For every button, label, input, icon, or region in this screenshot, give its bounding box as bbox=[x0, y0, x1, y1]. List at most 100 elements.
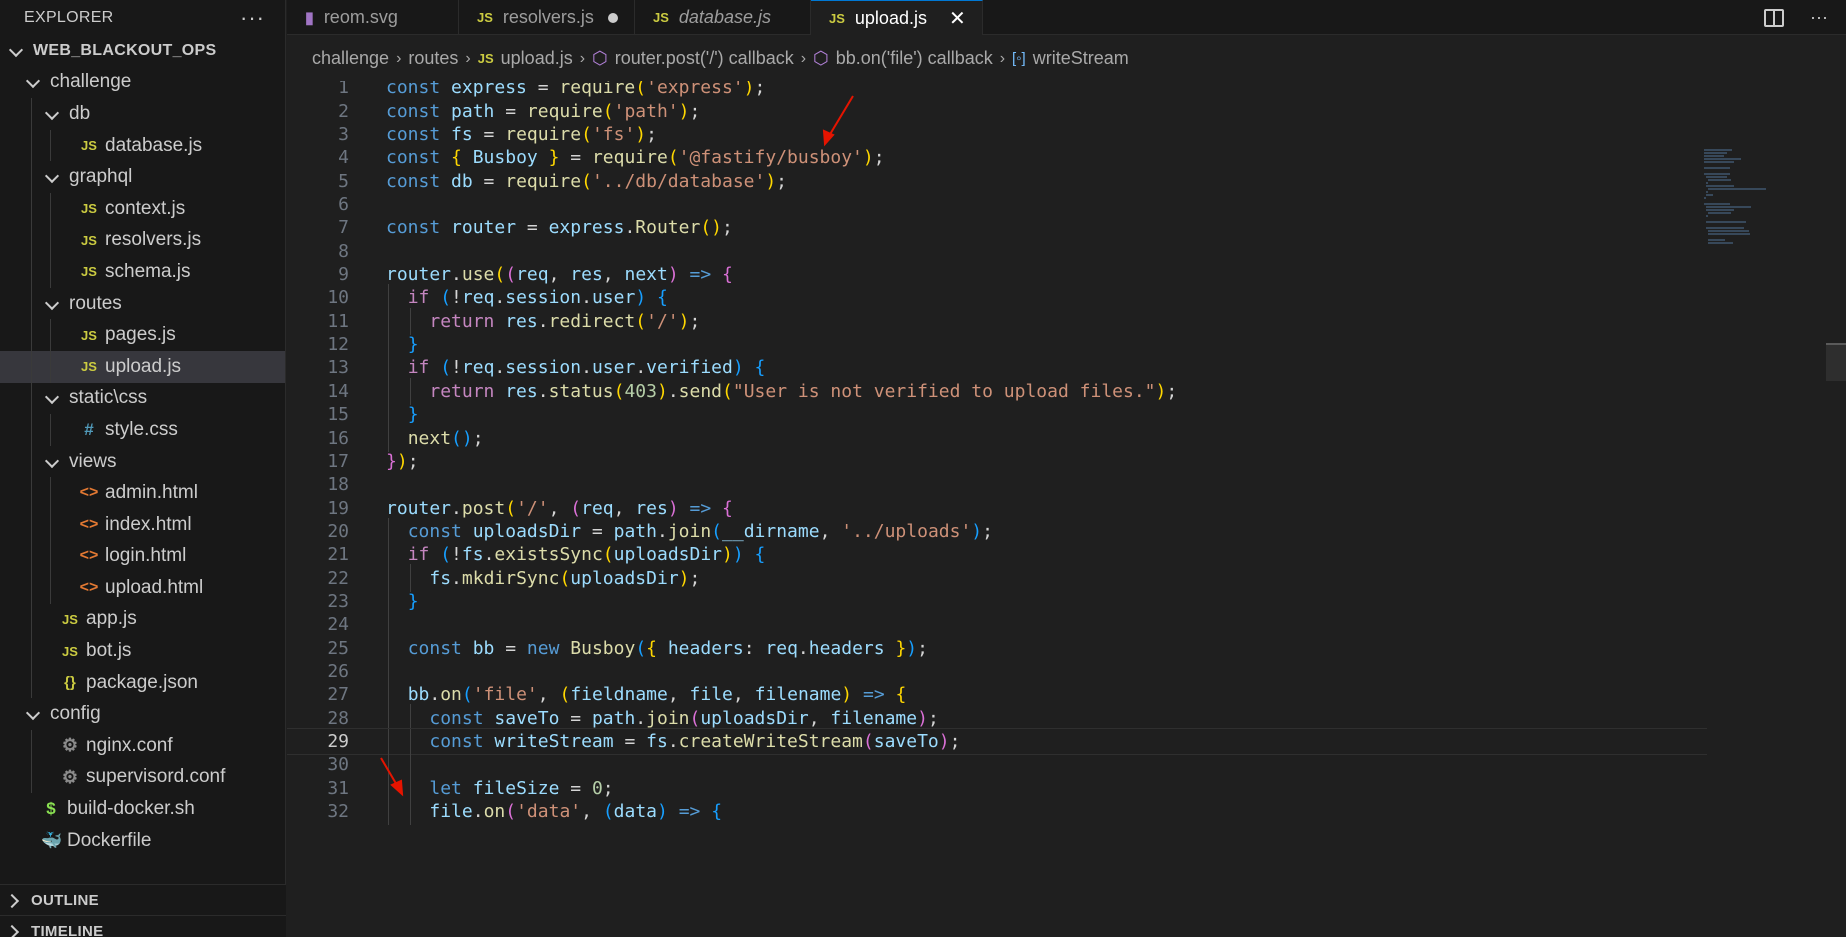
line-number: 26 bbox=[327, 661, 349, 682]
timeline-panel[interactable]: TIMELINE bbox=[0, 915, 286, 937]
breadcrumb-item[interactable]: routes bbox=[408, 48, 458, 69]
code-token: ) bbox=[667, 264, 679, 286]
code-token: ( bbox=[711, 520, 723, 542]
gear-file-icon: ⚙ bbox=[61, 766, 79, 787]
tree-file[interactable]: ⚙ nginx.conf bbox=[0, 730, 285, 762]
tree-file[interactable]: 🐳 Dockerfile bbox=[0, 825, 285, 857]
minimap-line bbox=[1706, 176, 1727, 178]
tree-file[interactable]: <> upload.html bbox=[0, 572, 285, 604]
tab-reom-svg[interactable]: ▮ reom.svg bbox=[287, 0, 459, 35]
close-icon[interactable]: ✕ bbox=[949, 6, 966, 31]
code-token: ( bbox=[667, 147, 679, 169]
minimap-line bbox=[1706, 221, 1746, 223]
tree-folder[interactable]: db bbox=[0, 98, 285, 130]
minimap-line bbox=[1706, 182, 1709, 184]
tree-file[interactable]: # style.css bbox=[0, 414, 285, 446]
code-token: ) bbox=[906, 637, 918, 659]
tab-database-js[interactable]: JS database.js bbox=[635, 0, 811, 35]
tree-file[interactable]: JS schema.js bbox=[0, 256, 285, 288]
code-token: ) bbox=[732, 357, 744, 379]
breadcrumb-item[interactable]: [◦] writeStream bbox=[1012, 48, 1129, 69]
tree-root[interactable]: WEB_BLACKOUT_OPS bbox=[0, 35, 285, 67]
line-number: 24 bbox=[327, 614, 349, 636]
code-token: ) bbox=[917, 707, 928, 729]
code-token: filename bbox=[754, 684, 842, 706]
tab-upload-js[interactable]: JS upload.js ✕ bbox=[811, 0, 983, 35]
scrollbar-thumb[interactable] bbox=[1826, 343, 1846, 381]
minimap-line bbox=[1706, 206, 1751, 208]
code-token: post bbox=[461, 497, 506, 519]
code-token: next bbox=[407, 427, 452, 449]
tree-item-label: resolvers.js bbox=[105, 229, 202, 251]
code-token: fs bbox=[646, 731, 668, 753]
tree-file[interactable]: JS context.js bbox=[0, 192, 285, 225]
breadcrumb-item[interactable]: JS upload.js bbox=[478, 48, 573, 69]
tree-file[interactable]: JS app.js bbox=[0, 603, 285, 636]
code-token: ( bbox=[635, 310, 647, 332]
indent-guide bbox=[31, 287, 32, 320]
split-editor-icon[interactable] bbox=[1764, 8, 1785, 27]
code-editor[interactable]: 1 const express = require('express'); 2 con… bbox=[287, 81, 1846, 937]
code-token: req bbox=[461, 287, 495, 309]
code-token: , bbox=[548, 497, 571, 519]
tree-file[interactable]: JS bot.js bbox=[0, 635, 285, 667]
tree-folder[interactable]: views bbox=[0, 445, 285, 478]
more-actions-icon[interactable]: ··· bbox=[1810, 7, 1828, 28]
code-token: join bbox=[646, 707, 690, 729]
code-token: } bbox=[386, 450, 397, 472]
indent-guide bbox=[31, 572, 32, 604]
code-token: ) bbox=[765, 170, 777, 192]
code-token: ; bbox=[689, 310, 701, 332]
tree-file[interactable]: JS database.js bbox=[0, 129, 285, 162]
tree-folder[interactable]: challenge bbox=[0, 67, 285, 99]
line-number: 14 bbox=[327, 380, 349, 402]
tree-file[interactable]: $ build-docker.sh bbox=[0, 793, 285, 825]
tree-item-label: db bbox=[69, 102, 91, 124]
tree-file[interactable]: {} package.json bbox=[0, 666, 285, 699]
unsaved-dot-icon[interactable] bbox=[607, 12, 618, 23]
code-token: req bbox=[516, 264, 549, 286]
js-file-icon: JS bbox=[62, 643, 78, 659]
code-token: const bbox=[429, 731, 495, 753]
tree-folder[interactable]: static\css bbox=[0, 382, 285, 415]
minimap[interactable] bbox=[1686, 81, 1786, 301]
code-token: writeStream bbox=[494, 731, 614, 753]
code-token: saveTo bbox=[494, 707, 560, 729]
svg-file-icon: ▮ bbox=[305, 9, 314, 27]
indent-guide bbox=[50, 256, 51, 288]
minimap-line bbox=[1706, 227, 1745, 229]
indent-guide bbox=[31, 730, 32, 762]
code-token: bb bbox=[472, 637, 495, 659]
tree-file[interactable]: JS upload.js bbox=[0, 350, 285, 383]
code-token: fs bbox=[429, 567, 452, 589]
breadcrumb-item[interactable]: ⬡ router.post('/') callback bbox=[592, 48, 794, 69]
tree-file[interactable]: <> index.html bbox=[0, 508, 285, 541]
breadcrumb-item[interactable]: ⬡ bb.on('file') callback bbox=[813, 48, 993, 69]
line-number: 5 bbox=[338, 170, 349, 192]
tree-file[interactable]: <> admin.html bbox=[0, 477, 285, 509]
tree-item-label: package.json bbox=[86, 671, 198, 693]
code-token: } bbox=[407, 334, 419, 356]
code-token: ) bbox=[841, 684, 853, 706]
code-token: . bbox=[451, 264, 462, 286]
tree-folder[interactable]: graphql bbox=[0, 161, 285, 193]
tree-folder[interactable]: config bbox=[0, 698, 285, 730]
code-token: ( bbox=[602, 544, 614, 566]
tree-file[interactable]: JS pages.js bbox=[0, 319, 285, 351]
code-line[interactable]: 32 file.on('data', (data) => { bbox=[287, 797, 1707, 826]
more-actions-icon[interactable]: ··· bbox=[240, 6, 265, 29]
code-token: . bbox=[483, 544, 495, 566]
tree-folder[interactable]: routes bbox=[0, 287, 285, 320]
breadcrumb-item[interactable]: challenge bbox=[312, 48, 389, 69]
tab-label: resolvers.js bbox=[502, 7, 594, 27]
tab-resolvers-js[interactable]: JS resolvers.js bbox=[459, 0, 635, 35]
code-token: ) bbox=[1155, 380, 1167, 402]
outline-panel[interactable]: OUTLINE bbox=[0, 884, 286, 915]
code-token: use bbox=[461, 264, 495, 286]
tree-file[interactable]: ⚙ supervisord.conf bbox=[0, 761, 285, 794]
tree-file[interactable]: JS resolvers.js bbox=[0, 224, 285, 257]
js-file-icon: JS bbox=[653, 10, 669, 25]
tree-file[interactable]: <> login.html bbox=[0, 540, 285, 573]
code-token: ) bbox=[722, 544, 733, 566]
